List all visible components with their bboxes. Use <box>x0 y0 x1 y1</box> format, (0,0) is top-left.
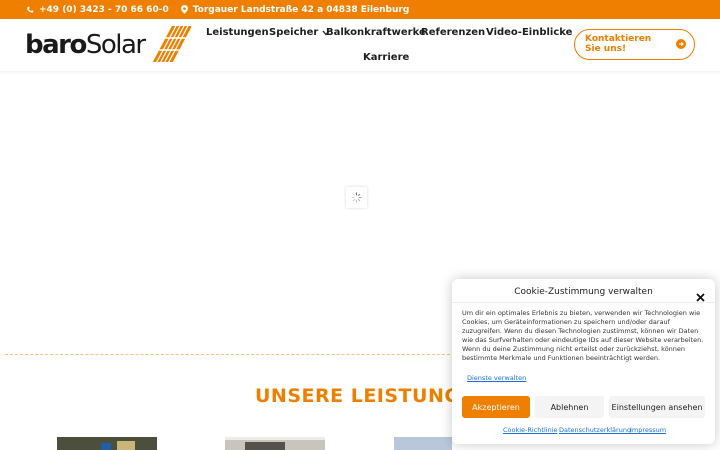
close-icon <box>696 293 705 302</box>
top-contact-bar: +49 (0) 3423 - 70 66 60-0 Torgauer Lands… <box>0 0 720 19</box>
view-settings-button[interactable]: Einstellungen ansehen <box>609 396 705 418</box>
arrow-right-icon <box>676 39 686 49</box>
contact-button[interactable]: Kontaktieren Sie uns! <box>574 29 695 60</box>
nav-item-referenzen[interactable]: Referenzen <box>421 27 485 38</box>
main-header: baroSolar Leistungen Speicher Balkonkraf… <box>0 19 720 71</box>
accept-button[interactable]: Akzeptieren <box>462 396 530 418</box>
contact-button-label: Kontaktieren Sie uns! <box>585 34 652 54</box>
loading-spinner-icon <box>351 192 362 203</box>
imprint-link[interactable]: Impressum <box>630 426 666 434</box>
location-icon <box>180 5 188 14</box>
section-divider <box>5 354 455 355</box>
phone-number: +49 (0) 3423 - 70 66 60-0 <box>39 4 169 15</box>
nav-item-karriere[interactable]: Karriere <box>363 52 409 63</box>
nav-item-leistungen[interactable]: Leistungen <box>206 27 269 38</box>
nav-item-speicher[interactable]: Speicher <box>269 27 330 38</box>
manage-services-link[interactable]: Dienste verwalten <box>467 374 526 382</box>
cookie-policy-link[interactable]: Cookie-Richtlinie <box>503 426 558 434</box>
loading-spinner <box>346 187 367 208</box>
phone-icon <box>27 6 34 13</box>
cookie-dialog-title: Cookie-Zustimmung verwalten <box>514 287 653 297</box>
cookie-dialog-text: Um dir ein optimales Erlebnis zu bieten,… <box>462 309 704 362</box>
logo-solar-panel-icon <box>152 26 191 62</box>
service-image-2[interactable] <box>225 437 325 450</box>
service-image-1[interactable] <box>57 437 157 450</box>
phone-contact[interactable]: +49 (0) 3423 - 70 66 60-0 <box>26 5 169 15</box>
logo-word-1: baro <box>25 30 87 60</box>
nav-item-balkonkraftwerke[interactable]: Balkonkraftwerke <box>326 27 426 38</box>
close-button[interactable] <box>696 287 705 306</box>
address-text: Torgauer Landstraße 42 a 04838 Eilenburg <box>192 4 410 15</box>
deny-button[interactable]: Ablehnen <box>535 396 604 418</box>
privacy-policy-link[interactable]: Datenschutzerklärung <box>559 426 631 434</box>
service-image-3[interactable] <box>394 437 452 450</box>
cookie-consent-dialog: Cookie-Zustimmung verwalten Um dir ein o… <box>452 279 715 444</box>
nav-item-video-einblicke[interactable]: Video-Einblicke <box>486 27 572 38</box>
address-contact[interactable]: Torgauer Landstraße 42 a 04838 Eilenburg <box>180 4 410 15</box>
cookie-dialog-divider <box>452 302 715 303</box>
site-logo[interactable]: baroSolar <box>25 24 191 66</box>
logo-word-2: Solar <box>85 30 146 60</box>
